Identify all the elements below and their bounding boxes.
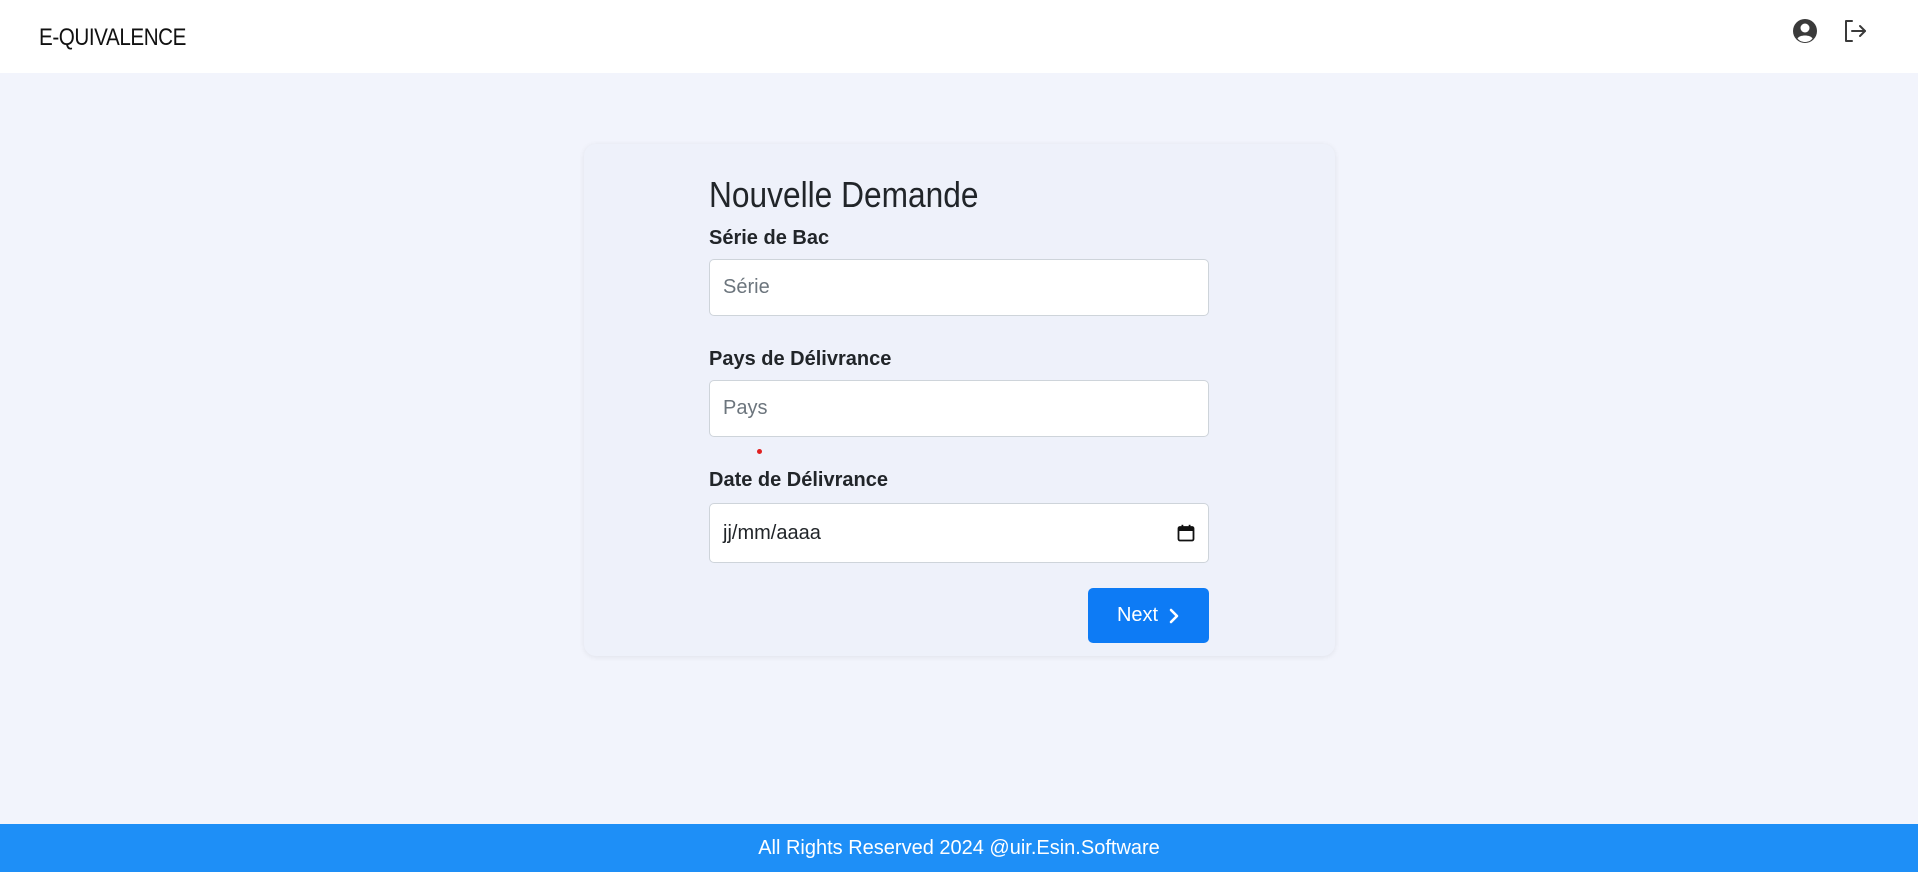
page-title: Nouvelle Demande <box>709 174 979 215</box>
next-button-label: Next <box>1116 604 1159 626</box>
serie-input[interactable] <box>709 259 1209 316</box>
date-label: Date de Délivrance <box>709 469 888 491</box>
serie-label: Série de Bac <box>709 227 830 249</box>
logout-icon[interactable] <box>1840 16 1870 46</box>
date-field-group: Date de Délivrance jj/mm/aaaa <box>709 468 1209 563</box>
footer: All Rights Reserved 2024 @uir.Esin.Softw… <box>0 824 1918 872</box>
chevron-right-icon <box>1169 608 1179 623</box>
cursor-dot <box>757 449 762 454</box>
calendar-icon[interactable] <box>1177 524 1195 542</box>
user-circle-icon[interactable] <box>1790 16 1820 46</box>
pays-label: Pays de Délivrance <box>709 348 892 370</box>
date-input[interactable]: jj/mm/aaaa <box>709 503 1209 563</box>
pays-input[interactable] <box>709 380 1209 437</box>
form-actions: Next <box>709 588 1209 643</box>
date-placeholder: jj/mm/aaaa <box>723 521 821 544</box>
next-button[interactable]: Next <box>1088 588 1209 643</box>
brand-logo[interactable]: E-QUIVALENCE <box>39 24 186 52</box>
top-navbar: E-QUIVALENCE <box>0 0 1918 73</box>
serie-field-group: Série de Bac <box>709 226 1209 316</box>
pays-field-group: Pays de Délivrance <box>709 347 1209 437</box>
new-request-form: Nouvelle Demande Série de Bac Pays de Dé… <box>709 172 1209 643</box>
new-request-card: Nouvelle Demande Série de Bac Pays de Dé… <box>584 144 1335 656</box>
footer-text: All Rights Reserved 2024 @uir.Esin.Softw… <box>758 836 1160 859</box>
